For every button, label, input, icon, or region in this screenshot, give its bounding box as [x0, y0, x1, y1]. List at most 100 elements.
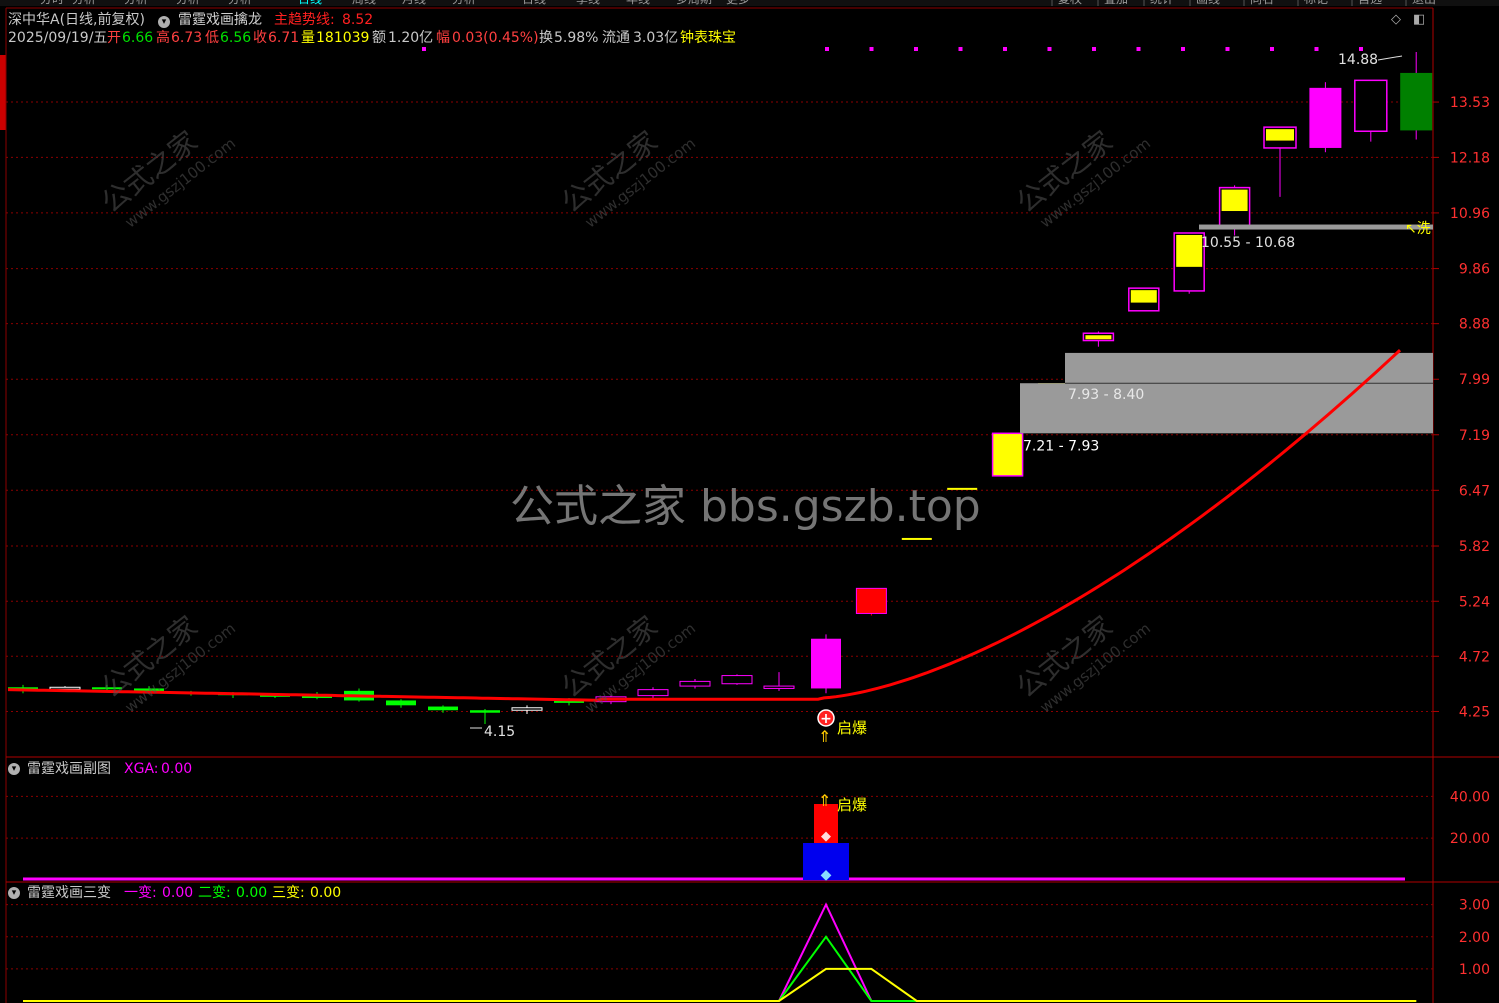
sub2-one-label: 一变: [124, 885, 157, 901]
volume-label: 量 [301, 30, 315, 46]
price-axis-label-3: 9.86 [1459, 262, 1490, 278]
sector-tag[interactable]: 钟表珠宝 [680, 29, 736, 47]
right-tab-3[interactable]: 画线 [1196, 0, 1220, 6]
signal-dot [422, 47, 426, 51]
stock-title: 深中华A(日线,前复权) [8, 12, 145, 28]
sub1-diamond-icon: ◆ [821, 829, 831, 844]
sub2-axis-label-0: 3.00 [1459, 898, 1490, 914]
candle-32[interactable] [1400, 52, 1433, 140]
trend-value: 8.52 [342, 12, 374, 28]
candle-21[interactable] [901, 537, 932, 540]
sub2-two-label: 二变: [198, 885, 231, 901]
right-tab-4[interactable]: 同名 [1250, 0, 1274, 6]
sub1-dropdown-icon[interactable]: ▾ [8, 760, 24, 778]
panel-toggle-icon[interactable]: ◧ [1413, 11, 1425, 29]
candle-body [637, 689, 669, 697]
sub2-title[interactable]: 雷霆戏画三变 [27, 884, 111, 902]
right-tab-7[interactable]: 退出 [1412, 0, 1436, 6]
menu-tab-6[interactable]: 周线 [352, 0, 376, 6]
candle-31[interactable] [1354, 79, 1388, 142]
menu-tab-1[interactable]: 分析 [72, 0, 96, 6]
signal-dot [1314, 47, 1319, 51]
signal-dot [1092, 47, 1096, 51]
signal-dot [1225, 47, 1230, 51]
float-label: 流通 [602, 30, 630, 46]
sub1-xga-value: 0.00 [161, 761, 193, 777]
signal-dot [825, 47, 829, 51]
candle-body [1400, 72, 1433, 131]
change-label: 幅 [436, 30, 450, 46]
menu-tab-13[interactable]: 更多 [726, 0, 750, 6]
candle-18[interactable] [763, 672, 795, 691]
support-zone-top [1199, 224, 1433, 230]
right-tab-5[interactable]: 标记 [1304, 0, 1328, 6]
sub1-title[interactable]: 雷霆戏画副图 [27, 760, 111, 778]
low-label: 低 [205, 30, 219, 46]
candle-17[interactable] [721, 674, 753, 685]
candle-30[interactable] [1309, 82, 1342, 153]
candle-12[interactable] [511, 705, 543, 714]
candle-body [49, 686, 81, 690]
candle-body [1354, 79, 1388, 132]
candle-9[interactable] [386, 699, 416, 708]
candle-body [901, 537, 932, 540]
candle-fill [1085, 335, 1112, 340]
price-axis-label-10: 4.72 [1459, 649, 1490, 665]
candle-26[interactable] [1128, 287, 1160, 312]
sub1-ignition-icon: ⇑ [818, 791, 831, 810]
menu-tab-12[interactable]: 多周期 [676, 0, 712, 6]
quote-date: 2025/09/19/五 [8, 30, 108, 46]
candle-27[interactable] [1173, 232, 1205, 294]
change-value: 0.03(0.45%) [452, 30, 539, 46]
candle-fill [1130, 290, 1157, 303]
menu-tab-11[interactable]: 年线 [626, 0, 650, 6]
high-marker: 14.88 [1338, 52, 1378, 68]
menu-tab-7[interactable]: 月线 [402, 0, 426, 6]
candle-body [991, 432, 1024, 477]
candle-19[interactable] [811, 634, 841, 694]
open-value: 6.66 [122, 30, 154, 46]
candle-body [679, 680, 711, 687]
candle-11[interactable] [470, 708, 500, 724]
candle-body [386, 700, 416, 706]
price-axis-label-9: 5.24 [1459, 594, 1490, 610]
candle-body [1309, 87, 1342, 148]
amount-label: 额 [372, 30, 386, 46]
sub2-line-one [23, 902, 1417, 1002]
signal-dot [1359, 47, 1363, 51]
turnover-value: 5.98% [554, 30, 599, 46]
wash-signal-label: ↖洗 [1405, 221, 1431, 237]
close-label: 收 [253, 30, 267, 46]
indicator-title[interactable]: 雷霆戏画擒龙 [178, 11, 262, 29]
candle-29[interactable] [1263, 126, 1297, 197]
open-label: 开 [107, 30, 121, 46]
sub2-dropdown-icon[interactable]: ▾ [8, 884, 24, 902]
signal-dot [1181, 47, 1185, 51]
menu-tab-5[interactable]: 日线 [298, 0, 322, 6]
menu-tab-3[interactable]: 分析 [176, 0, 200, 6]
low-value: 6.56 [220, 30, 252, 46]
amount-value: 1.20亿 [388, 30, 434, 46]
right-tab-0[interactable]: 复权 [1058, 0, 1082, 6]
candle-20[interactable] [855, 587, 887, 616]
menu-tab-4[interactable]: 分析 [228, 0, 252, 6]
candle-15[interactable] [637, 687, 669, 699]
candle-16[interactable] [679, 679, 711, 689]
signal-dot [1003, 47, 1007, 51]
menu-tab-0[interactable]: 分时 [40, 0, 64, 6]
right-tab-6[interactable]: 自选 [1358, 0, 1382, 6]
diamond-icon[interactable]: ◇ [1391, 11, 1401, 29]
candle-23[interactable] [991, 432, 1024, 477]
zone-top-label: 10.55 - 10.68 [1201, 235, 1295, 251]
menu-tab-2[interactable]: 分析 [124, 0, 148, 6]
right-tab-1[interactable]: 叠加 [1104, 0, 1128, 6]
price-axis-label-5: 7.99 [1459, 372, 1490, 388]
right-tab-2[interactable]: 统计 [1150, 0, 1174, 6]
sub2-one-value: 0.00 [162, 885, 194, 901]
menu-tab-9[interactable]: 日线 [522, 0, 546, 6]
menu-tab-8[interactable]: 分析 [452, 0, 476, 6]
candle-25[interactable] [1082, 331, 1115, 347]
sub1-axis-label-1: 20.00 [1450, 831, 1490, 847]
price-axis-label-1: 12.18 [1450, 150, 1490, 166]
menu-tab-10[interactable]: 季线 [576, 0, 600, 6]
